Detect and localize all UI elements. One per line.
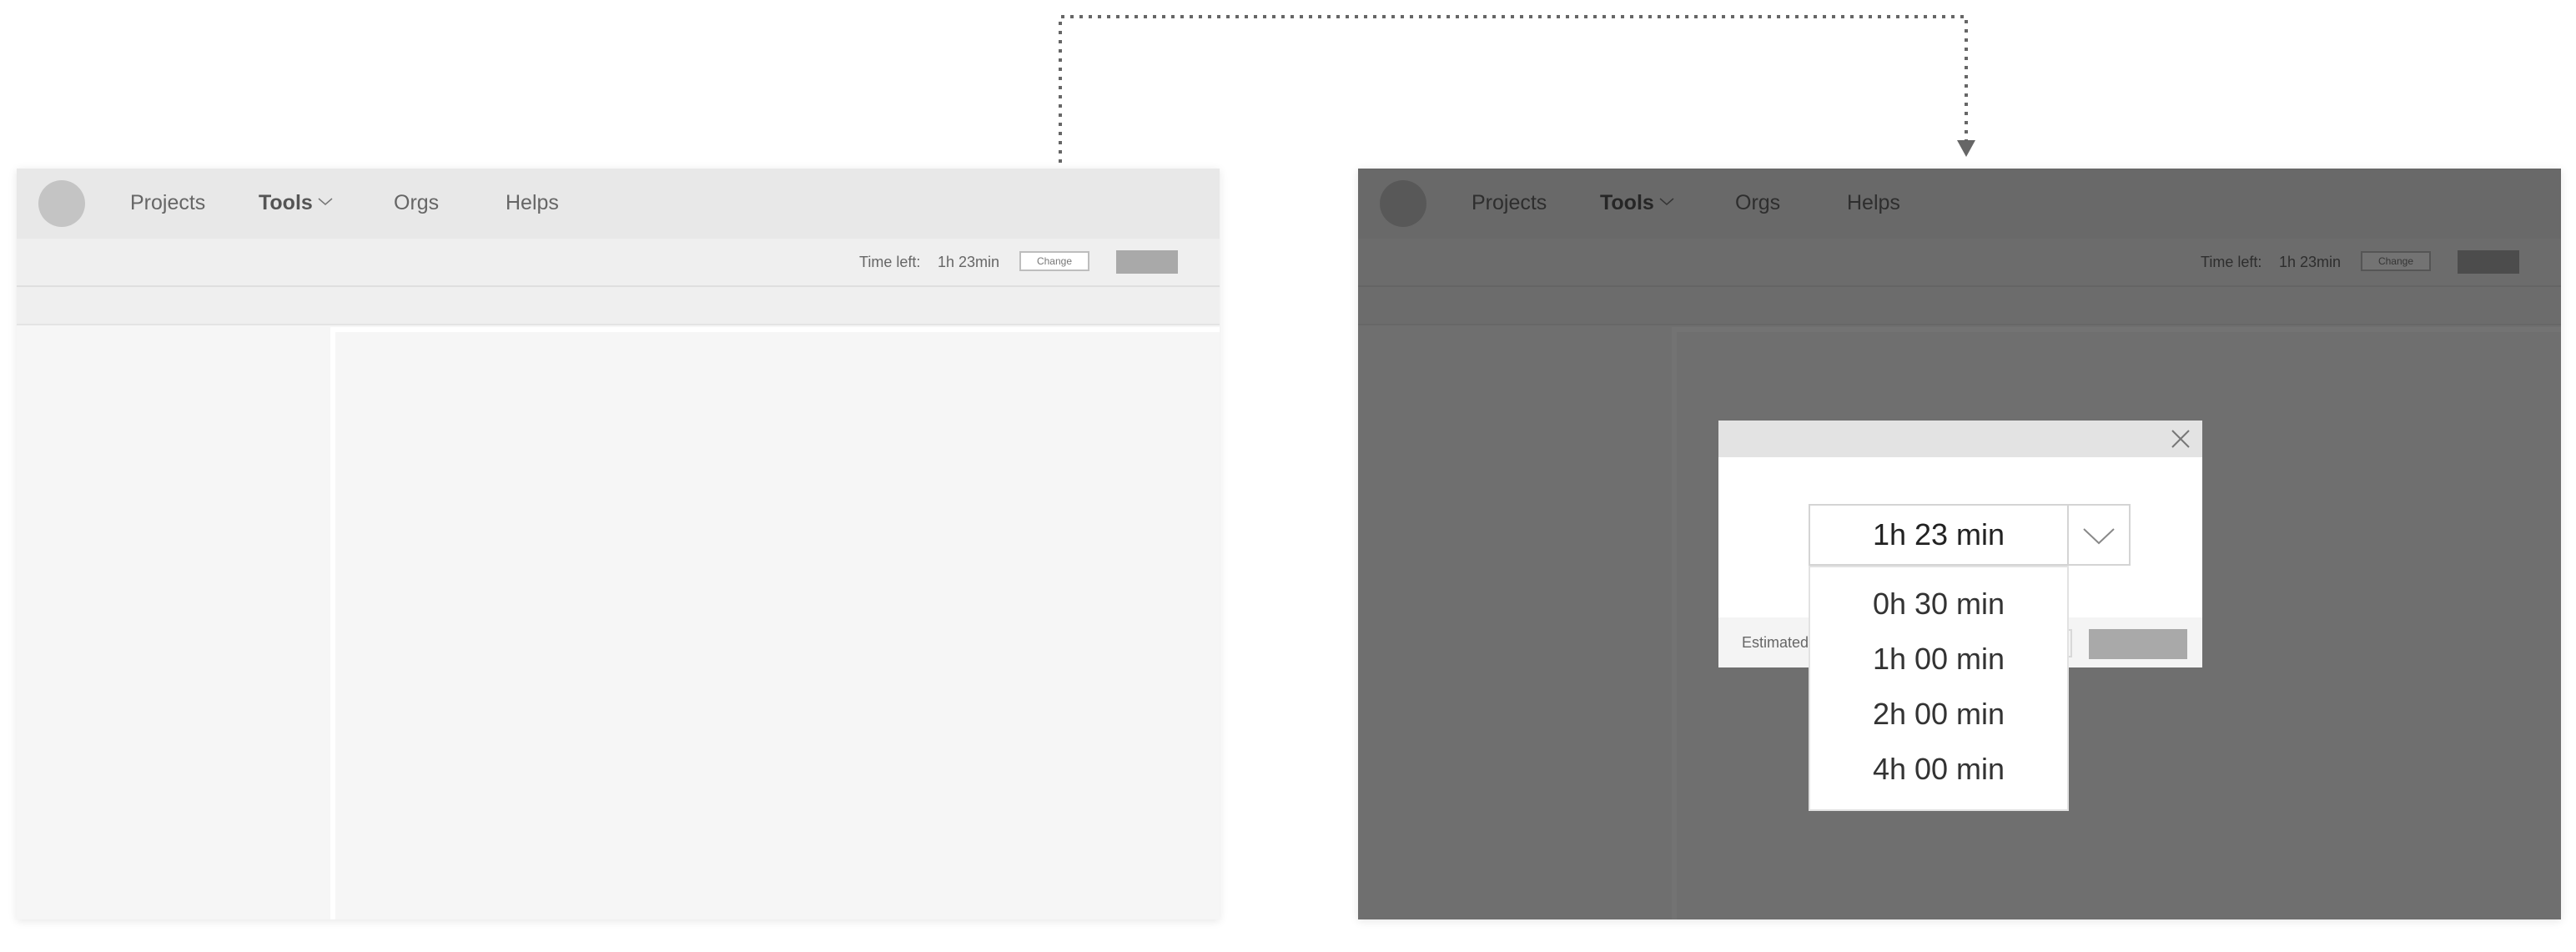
- estimated-label: Estimated: [1742, 634, 1809, 651]
- app-screen-default: Projects Tools Orgs Helps Time left: 1h …: [17, 169, 1220, 919]
- time-option[interactable]: 0h 30 min: [1810, 584, 2067, 639]
- timer-toolbar: Time left: 1h 23min Change: [17, 239, 1220, 287]
- sub-toolbar: [17, 287, 1220, 325]
- change-time-button[interactable]: Change: [1019, 251, 1089, 271]
- chevron-down-icon: [2083, 528, 2115, 545]
- nav-orgs[interactable]: Orgs: [394, 190, 439, 215]
- time-left-label: Time left:: [859, 254, 921, 270]
- time-select[interactable]: 1h 23 min: [1809, 504, 2069, 566]
- modal-header: [1718, 421, 2202, 457]
- time-option[interactable]: 1h 00 min: [1810, 639, 2067, 694]
- sidebar: [17, 325, 327, 919]
- time-option[interactable]: 4h 00 min: [1810, 749, 2067, 804]
- time-left-value: 1h 23min: [938, 254, 1000, 270]
- main-content-panel: [330, 327, 1220, 919]
- nav-projects[interactable]: Projects: [130, 190, 205, 215]
- nav-tools[interactable]: Tools: [259, 190, 333, 215]
- close-icon[interactable]: [2171, 429, 2191, 449]
- nav-tools-label: Tools: [259, 191, 313, 214]
- confirm-button[interactable]: [2089, 629, 2187, 659]
- top-navbar: Projects Tools Orgs Helps: [17, 169, 1220, 239]
- app-screen-modal-open: Projects Tools Orgs Helps Time left: 1h …: [1358, 169, 2561, 919]
- primary-action-button[interactable]: [1116, 250, 1178, 274]
- avatar[interactable]: [38, 180, 85, 227]
- chevron-down-icon: [318, 198, 333, 206]
- time-options-dropdown: 0h 30 min 1h 00 min 2h 00 min 4h 00 min: [1809, 566, 2069, 811]
- nav-helps[interactable]: Helps: [506, 190, 559, 215]
- time-select-toggle[interactable]: [2069, 504, 2131, 566]
- time-option[interactable]: 2h 00 min: [1810, 694, 2067, 749]
- arrow-down-icon: [1957, 140, 1975, 157]
